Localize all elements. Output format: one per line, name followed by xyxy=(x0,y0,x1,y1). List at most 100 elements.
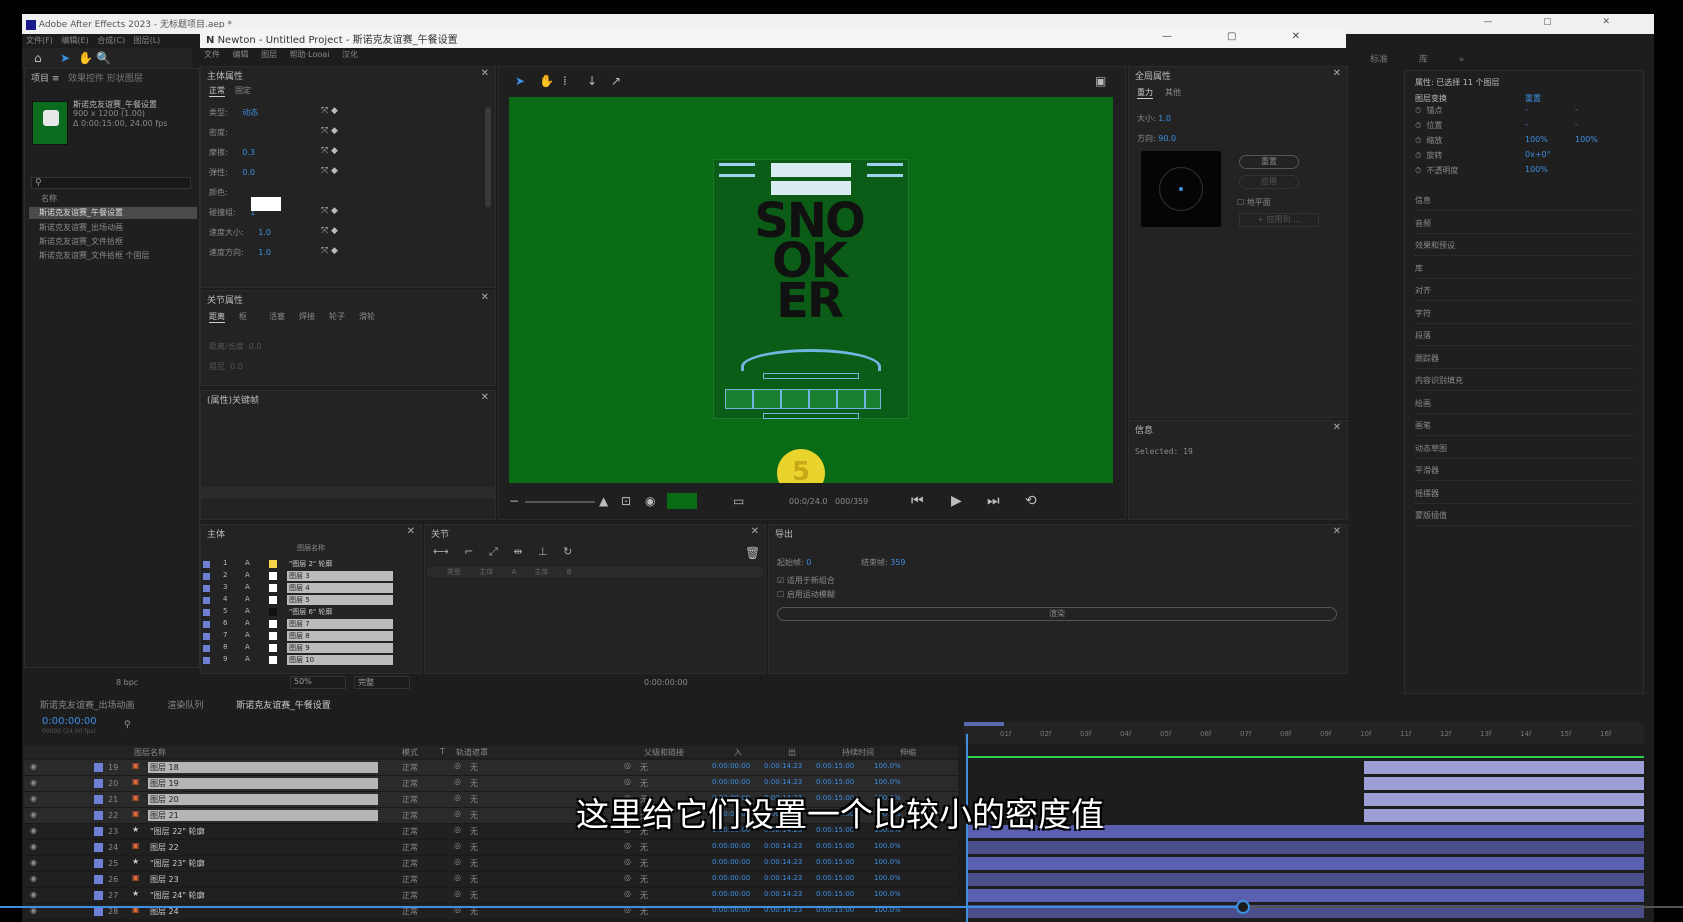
joint-pivot-icon[interactable]: ⌐ xyxy=(464,545,473,558)
body-row[interactable]: 3 A 图层 4 xyxy=(203,583,403,594)
joint-wheel-icon[interactable]: ⊥ xyxy=(538,545,548,558)
prop-row[interactable]: ⏱ 缩放 100% 100% xyxy=(1415,135,1635,146)
panel-list-item[interactable]: 摇摆器 xyxy=(1415,488,1635,504)
layer-track[interactable] xyxy=(1364,809,1644,822)
menu-edit[interactable]: 编辑(E) xyxy=(61,36,88,45)
bg-color-swatch[interactable] xyxy=(667,493,697,509)
body-row[interactable]: 5 A "图层 6" 轮廓 xyxy=(203,607,403,618)
close-icon[interactable]: ✕ xyxy=(1333,422,1341,433)
close-icon[interactable]: ✕ xyxy=(407,526,415,537)
selection-tool-icon[interactable]: ➤ xyxy=(60,52,70,64)
fit-icon[interactable]: ⊡ xyxy=(621,495,631,507)
eye-icon[interactable]: ◉ xyxy=(30,874,37,883)
layer-track[interactable] xyxy=(968,841,1644,854)
keyframe-icon[interactable]: ⤧ ◆ xyxy=(321,245,338,257)
joint-tab[interactable]: 轮子 xyxy=(329,311,345,322)
panel-list-item[interactable]: 库 xyxy=(1415,263,1635,279)
eye-icon[interactable]: ◉ xyxy=(30,858,37,867)
snapshot-icon[interactable]: ▣ xyxy=(1095,75,1106,87)
body-props-scrollbar[interactable] xyxy=(485,107,491,207)
body-row[interactable]: 1 A "图层 2" 轮廓 xyxy=(203,559,403,570)
add-button[interactable]: 应用 xyxy=(1239,175,1299,189)
project-item[interactable]: 斯诺克友谊赛_出场动画 xyxy=(39,222,123,233)
next-frame-icon[interactable]: ⏭ xyxy=(987,494,1000,508)
keyframe-icon[interactable]: ⤧ ◆ xyxy=(321,165,338,177)
work-area-bar[interactable] xyxy=(964,722,1004,726)
project-search-input[interactable]: ⚲ xyxy=(31,177,191,189)
tab-intro-comp[interactable]: 斯诺克友谊赛_出场动画 xyxy=(40,701,135,711)
layer-track[interactable] xyxy=(1364,761,1644,774)
reset-button[interactable]: 重置 xyxy=(1239,155,1299,169)
panel-list-item[interactable]: 绘画 xyxy=(1415,398,1635,414)
layer-track[interactable] xyxy=(1364,793,1644,806)
newton-window-controls[interactable]: — ▢ ✕ xyxy=(1162,31,1326,42)
timeline-timecode[interactable]: 0:00:00:00 xyxy=(42,716,97,727)
tab-standard[interactable]: 标准 xyxy=(1370,55,1388,65)
tab-lunch-comp[interactable]: 斯诺克友谊赛_午餐设置 xyxy=(236,701,331,711)
panel-list-item[interactable]: 效果和预设 xyxy=(1415,240,1635,256)
hand-tool-icon[interactable]: ✋ xyxy=(539,75,554,87)
panel-list-item[interactable]: 蒙版插值 xyxy=(1415,510,1635,526)
joint-tab[interactable]: 焊接 xyxy=(299,311,315,322)
layer-row[interactable]: ◉ 26 ▣ 图层 23 正常 ◎ 无 ◎ 无 0:00:00:00 0:00:… xyxy=(24,872,958,888)
layer-track[interactable] xyxy=(968,857,1644,870)
joint-weld-icon[interactable]: ⇹ xyxy=(513,545,522,558)
panel-list-item[interactable]: 信息 xyxy=(1415,195,1635,211)
grid-tool-icon[interactable]: ⁞ xyxy=(563,75,567,87)
panel-list-item[interactable]: 对齐 xyxy=(1415,285,1635,301)
frame-icon[interactable]: ▭ xyxy=(733,495,744,507)
panel-list-item[interactable]: 动态草图 xyxy=(1415,443,1635,459)
props-reset[interactable]: 重置 xyxy=(1525,93,1541,104)
panel-list-item[interactable]: 平滑器 xyxy=(1415,465,1635,481)
loop-icon[interactable]: ⟲ xyxy=(1025,494,1037,508)
arrow-tool-icon[interactable]: ↗ xyxy=(611,75,621,87)
project-item[interactable]: 斯诺克友谊赛_文件拾框 个固层 xyxy=(39,250,150,261)
progress-knob[interactable] xyxy=(1236,900,1250,914)
pin-tool-icon[interactable]: ↓ xyxy=(587,75,597,87)
eye-icon[interactable]: ◉ xyxy=(30,778,37,787)
prop-row[interactable]: ⏱ 位置 - - xyxy=(1415,120,1635,131)
gravity-dial[interactable] xyxy=(1141,151,1221,227)
body-row[interactable]: 9 A 图层 10 xyxy=(203,655,403,666)
close-icon[interactable]: ✕ xyxy=(481,292,489,303)
layer-row[interactable]: ◉ 24 ▣ 图层 22 正常 ◎ 无 ◎ 无 0:00:00:00 0:00:… xyxy=(24,840,958,856)
panel-list-item[interactable]: 画笔 xyxy=(1415,420,1635,436)
tab-render-queue[interactable]: 渲染队列 xyxy=(167,701,203,711)
zoom-in-icon[interactable]: ▲ xyxy=(599,495,608,507)
joint-piston-icon[interactable]: ⤢ xyxy=(489,545,498,558)
panel-list-item[interactable]: 内容识别填充 xyxy=(1415,375,1635,391)
keyframe-icon[interactable]: ⤧ ◆ xyxy=(321,205,338,217)
panel-list-item[interactable]: 段落 xyxy=(1415,330,1635,346)
prop-row[interactable]: ⏱ 锚点 - - xyxy=(1415,105,1635,116)
close-icon[interactable]: ✕ xyxy=(481,392,489,403)
prop-row[interactable]: ⏱ 旋转 0x+0° xyxy=(1415,150,1635,161)
body-row[interactable]: 2 A 图层 3 xyxy=(203,571,403,582)
tab-library[interactable]: 库 xyxy=(1419,55,1428,65)
home-icon[interactable]: ⌂ xyxy=(34,52,42,64)
joint-tab[interactable]: 距离 xyxy=(209,311,225,323)
color-swatch[interactable] xyxy=(251,197,281,211)
body-prop-row[interactable]: 颜色: xyxy=(209,187,359,198)
layer-row[interactable]: ◉ 19 ▣ 图层 18 正常 ◎ 无 ◎ 无 0:00:00:00 0:00:… xyxy=(24,760,958,776)
timeline-search[interactable]: ⚲ xyxy=(124,720,324,732)
keyframe-icon[interactable]: ⤧ ◆ xyxy=(321,225,338,237)
tab-fixed[interactable]: 固定 xyxy=(235,85,251,96)
body-row[interactable]: 7 A 图层 8 xyxy=(203,631,403,642)
panel-list-item[interactable]: 音频 xyxy=(1415,218,1635,234)
eye-icon[interactable]: ◉ xyxy=(30,890,37,899)
menu-file[interactable]: 文件(F) xyxy=(26,36,53,45)
joint-tab[interactable]: 活塞 xyxy=(269,311,285,322)
layer-track[interactable] xyxy=(968,889,1644,902)
project-tab[interactable]: 项目 xyxy=(31,74,49,84)
joint-tab[interactable]: 滑轮 xyxy=(359,311,375,322)
select-tool-icon[interactable]: ➤ xyxy=(515,75,525,87)
more-icon[interactable]: » xyxy=(1459,55,1465,65)
eye-icon[interactable]: ◉ xyxy=(30,794,37,803)
joint-pulley-icon[interactable]: ↻ xyxy=(563,545,572,558)
delete-icon[interactable]: 🗑 xyxy=(745,547,760,559)
newton-menu-help[interactable]: 帮助·Looai 汉化 xyxy=(290,50,358,59)
close-icon[interactable]: ✕ xyxy=(751,526,759,537)
keyframe-icon[interactable]: ⤧ ◆ xyxy=(321,145,338,157)
menu-comp[interactable]: 合成(C) xyxy=(97,36,125,45)
zoom-out-icon[interactable]: − xyxy=(509,495,519,507)
